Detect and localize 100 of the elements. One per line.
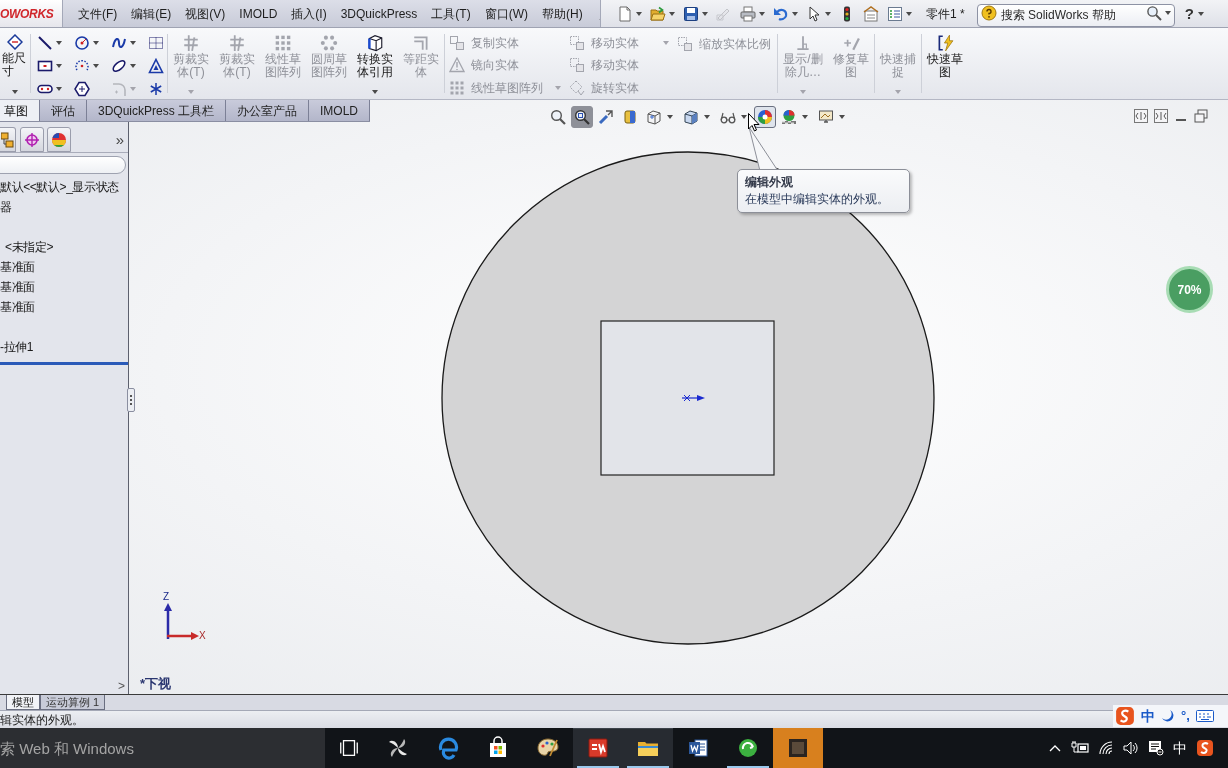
rectangle-icon[interactable] [37, 58, 53, 74]
checklist-icon[interactable] [887, 5, 903, 22]
tooltip-title: 编辑外观 [745, 174, 794, 191]
printer-icon[interactable] [740, 5, 756, 22]
power-plug-icon[interactable] [1071, 740, 1089, 756]
lightning-icon[interactable] [936, 34, 954, 52]
z-axis-arrow [164, 603, 172, 639]
caret-icon[interactable] [669, 11, 675, 16]
caret-icon[interactable] [741, 115, 747, 119]
tree-item[interactable]: 基准面 [0, 257, 128, 277]
caret-icon[interactable] [839, 115, 845, 119]
caret-icon[interactable] [802, 115, 808, 119]
speaker-icon[interactable] [1123, 740, 1139, 756]
cube-icon[interactable] [366, 34, 384, 52]
model-tab[interactable]: 运动算例 1 [40, 695, 106, 710]
command-tab[interactable]: 办公室产品 [226, 100, 310, 121]
caret-icon[interactable] [702, 11, 708, 16]
help-bubble-icon[interactable] [980, 5, 997, 21]
caret-icon[interactable] [667, 115, 673, 119]
menu-item[interactable]: IMOLD [232, 2, 285, 25]
panel-arrows-icon[interactable] [1134, 109, 1148, 123]
moon-icon[interactable] [1161, 709, 1175, 723]
caret-icon[interactable] [1164, 11, 1171, 15]
origin-marker-icon [681, 394, 705, 402]
tree-item[interactable]: <未指定> [0, 237, 128, 257]
view-name: *下视 [140, 676, 172, 692]
caret-icon[interactable] [56, 87, 62, 91]
model-tab[interactable]: 模型 [6, 695, 40, 710]
document-tile-icon[interactable] [686, 736, 710, 760]
caret-icon[interactable] [130, 64, 136, 68]
line-icon[interactable] [37, 35, 53, 51]
caret-icon[interactable] [12, 90, 18, 94]
search-field[interactable]: 搜索 SolidWorks 帮助 [976, 3, 1175, 27]
ime-punctuation[interactable]: °, [1181, 706, 1190, 726]
filter-field[interactable] [0, 156, 126, 174]
caret-icon[interactable] [792, 11, 798, 16]
tree-item[interactable]: 基准面 [0, 277, 128, 297]
caret-icon[interactable] [93, 41, 99, 45]
undo-arrow-icon[interactable] [773, 5, 789, 22]
tree-item[interactable]: -拉伸1 [0, 337, 128, 357]
command-tab[interactable]: 3DQuickPress 工具栏 [87, 100, 227, 121]
document-house-icon[interactable] [863, 5, 879, 22]
input-language[interactable]: 中 [1173, 737, 1187, 759]
caret-icon[interactable] [1197, 11, 1204, 16]
s-curve-tile-icon[interactable] [1196, 739, 1214, 757]
caret-icon[interactable] [906, 11, 912, 16]
pointer-icon[interactable] [806, 5, 822, 22]
notification-icon[interactable] [1148, 740, 1164, 756]
new-document-icon[interactable] [617, 5, 633, 22]
browser-swirl-icon[interactable] [436, 736, 460, 760]
sketch-tool-button[interactable] [74, 33, 99, 53]
circle-icon[interactable] [74, 35, 90, 51]
tree-item[interactable]: 基准面 [0, 297, 128, 317]
search-field[interactable]: 索 Web 和 Windows [0, 728, 325, 768]
caret-icon[interactable] [93, 64, 99, 68]
framed-square-icon[interactable] [786, 736, 810, 760]
stacked-boxes-icon[interactable] [1, 131, 14, 148]
curve-icon[interactable] [111, 35, 127, 51]
menu-item[interactable]: 插入(I) [284, 2, 334, 25]
document-title: 零件1 * [926, 5, 965, 23]
menu-item[interactable]: 帮助(H) [535, 2, 590, 25]
panel-arrows-icon[interactable] [1154, 109, 1168, 123]
dimension-diamond-icon[interactable] [7, 34, 23, 50]
help-button[interactable]: ? [1184, 6, 1194, 21]
stripes-tile-icon[interactable] [586, 736, 610, 760]
caret-icon[interactable] [56, 64, 62, 68]
menu-item[interactable]: 视图(V) [178, 2, 233, 25]
menu-item[interactable]: 文件(F) [71, 2, 125, 25]
s-curve-tile-icon[interactable] [1115, 706, 1135, 726]
tree-item[interactable]: 器 [0, 197, 128, 217]
panel-splitter-handle[interactable] [127, 388, 135, 412]
command-button[interactable]: 能尺寸 [0, 28, 30, 99]
menu-item[interactable]: 工具(T) [424, 2, 478, 25]
tree-item[interactable]: 默认<<默认>_显示状态 [0, 177, 128, 197]
task-view-icon[interactable] [338, 737, 360, 759]
command-tab[interactable]: 草图 [0, 100, 40, 121]
menu-item[interactable]: 3DQuickPress [333, 2, 425, 25]
keyboard-icon[interactable] [1195, 710, 1214, 722]
menu-item[interactable]: 窗口(W) [477, 2, 535, 25]
command-tab[interactable]: 评估 [40, 100, 87, 121]
restore-icon[interactable] [1194, 109, 1208, 123]
command-tab[interactable]: IMOLD [309, 100, 371, 121]
command-button[interactable]: 快速草图 [922, 28, 968, 99]
caret-icon[interactable] [56, 41, 62, 45]
wifi-icon[interactable] [1098, 740, 1114, 756]
caret-icon[interactable] [759, 11, 765, 16]
caret-icon[interactable] [825, 11, 831, 16]
ime-mode[interactable]: 中 [1141, 705, 1155, 727]
search-icon[interactable] [1145, 5, 1162, 21]
command-button[interactable]: 转换实体引用 [352, 28, 398, 99]
caret-icon[interactable] [372, 90, 378, 94]
caret-icon[interactable] [130, 41, 136, 45]
taskbar-app-button[interactable] [573, 728, 623, 768]
ellipse-icon[interactable] [111, 58, 127, 74]
menu-item[interactable]: 编辑(E) [124, 2, 179, 25]
caret-icon[interactable] [704, 115, 710, 119]
caret-icon[interactable] [636, 11, 642, 16]
panel-tab[interactable] [0, 127, 16, 152]
more-tabs-button[interactable]: » [115, 132, 124, 147]
taskbar-app-button[interactable] [623, 728, 673, 768]
